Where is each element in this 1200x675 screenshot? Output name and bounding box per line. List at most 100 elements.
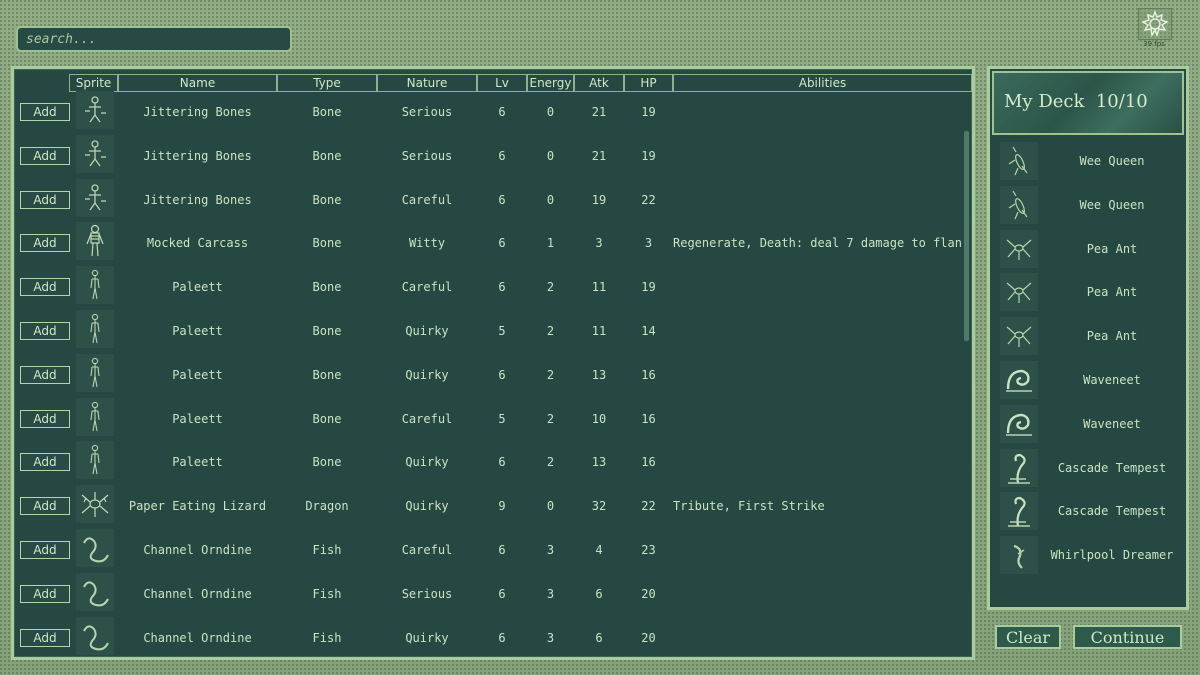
deck-header: My Deck 10/10 [992,71,1184,135]
add-button[interactable]: Add [20,322,70,340]
cell-lv: 5 [498,324,506,338]
deck-item-name: Wee Queen [1079,197,1145,212]
add-button[interactable]: Add [20,234,70,253]
header-nature[interactable]: Nature [377,74,477,92]
cell-name: Paleett [172,411,223,426]
cell-hp: 14 [641,324,656,338]
deck-sprite [1000,361,1038,399]
deck-sprite [1000,492,1038,531]
cell-type: Bone [312,455,342,470]
cell-hp: 19 [641,148,656,163]
cell-nature: Quirky [405,455,449,470]
cell-type: Bone [312,280,342,295]
cell-name: Channel Orndine [143,543,252,557]
table-row: Add Channel Orndine Fish Serious 6 3 6 20 [14,572,970,623]
ant-icon [1006,239,1032,260]
deck-item[interactable]: Pea Ant [998,316,1184,358]
continue-button[interactable]: Continue [1073,625,1182,649]
add-button[interactable]: Add [20,628,70,647]
card-sprite [76,616,114,655]
tempest-icon [1008,497,1030,528]
add-button[interactable]: Add [20,365,70,384]
cell-energy: 0 [546,148,555,163]
cell-lv: 6 [498,105,506,119]
add-button[interactable]: Add [20,409,70,428]
deck-sprite [1000,273,1038,312]
scrollbar[interactable] [964,131,969,341]
header-sprite[interactable]: Sprite [69,74,118,92]
add-button[interactable]: Add [20,497,70,516]
card-sprite [76,529,114,567]
cell-hp: 20 [641,586,656,601]
add-button[interactable]: Add [20,103,70,121]
add-button[interactable]: Add [20,190,70,209]
lizard-icon [81,492,109,518]
cell-energy: 1 [546,236,555,251]
cell-lv: 6 [498,543,506,557]
deck-item[interactable]: Pea Ant [998,229,1184,271]
cell-name: Channel Orndine [143,630,252,645]
cell-atk: 21 [591,105,607,119]
cell-atk: 32 [591,499,607,514]
search-input[interactable] [16,26,292,52]
card-sprite [76,485,114,524]
deck-item[interactable]: Waveneet [998,404,1184,446]
cell-type: Bone [312,105,342,119]
cell-nature: Careful [401,543,453,557]
deck-item[interactable]: Waveneet [998,360,1184,402]
cell-nature: Witty [408,236,446,251]
cell-abilities [673,366,967,384]
card-list-panel: Sprite Name Type Nature Lv Energy Atk HP… [11,66,975,660]
deck-panel: My Deck 10/10 Wee Queen Wee Queen Pea Ant P… [987,66,1189,610]
cell-nature: Quirky [405,499,449,514]
add-button[interactable]: Add [20,541,70,559]
dreamer-icon [1013,545,1025,569]
cell-name: Mocked Carcass [146,236,249,251]
deck-item-name: Cascade Tempest [1057,504,1167,519]
cell-atk: 6 [595,586,603,601]
add-button[interactable]: Add [20,278,70,297]
card-sprite [76,222,114,261]
cell-hp: 16 [641,455,656,470]
thin-skeleton-icon [90,445,100,475]
deck-item[interactable]: Wee Queen [998,141,1184,183]
header-energy[interactable]: Energy [527,74,574,92]
header-atk[interactable]: Atk [574,74,624,92]
cell-abilities [673,629,967,647]
cell-energy: 0 [546,105,555,119]
deck-item[interactable]: Cascade Tempest [998,448,1184,490]
header-type[interactable]: Type [277,74,377,92]
cell-hp: 19 [641,280,656,295]
cell-lv: 9 [498,499,506,514]
add-button[interactable]: Add [20,146,70,165]
thin-skeleton-icon [90,270,100,300]
header-hp[interactable]: HP [624,74,673,92]
cell-type: Fish [312,586,342,601]
deck-sprite [1000,142,1038,180]
deck-item[interactable]: Pea Ant [998,272,1184,314]
deck-item[interactable]: Whirlpool Dreamer [998,535,1184,577]
header-abilities[interactable]: Abilities [673,74,972,92]
cell-hp: 22 [641,499,656,514]
cell-hp: 19 [641,105,656,119]
skeleton-bones-icon [85,96,106,123]
card-sprite [76,572,114,611]
deck-item-name: Pea Ant [1086,241,1138,256]
cell-abilities [673,585,967,603]
deck-item[interactable]: Cascade Tempest [998,491,1184,533]
deck-sprite [1000,448,1038,487]
cell-name: Paper Eating Lizard [128,499,267,514]
wave-icon [1006,413,1032,436]
cell-type: Dragon [305,499,349,514]
settings-gear-icon[interactable] [1138,8,1172,40]
deck-item[interactable]: Wee Queen [998,185,1184,227]
cell-type: Fish [312,630,342,645]
header-name[interactable]: Name [118,74,277,92]
fps-counter: 39 fps [1143,40,1165,48]
clear-button[interactable]: Clear [995,625,1061,649]
cell-name: Jittering Bones [143,105,252,119]
add-button[interactable]: Add [20,453,70,472]
add-button[interactable]: Add [20,584,70,603]
header-lv[interactable]: Lv [477,74,527,92]
cell-name: Channel Orndine [143,586,252,601]
